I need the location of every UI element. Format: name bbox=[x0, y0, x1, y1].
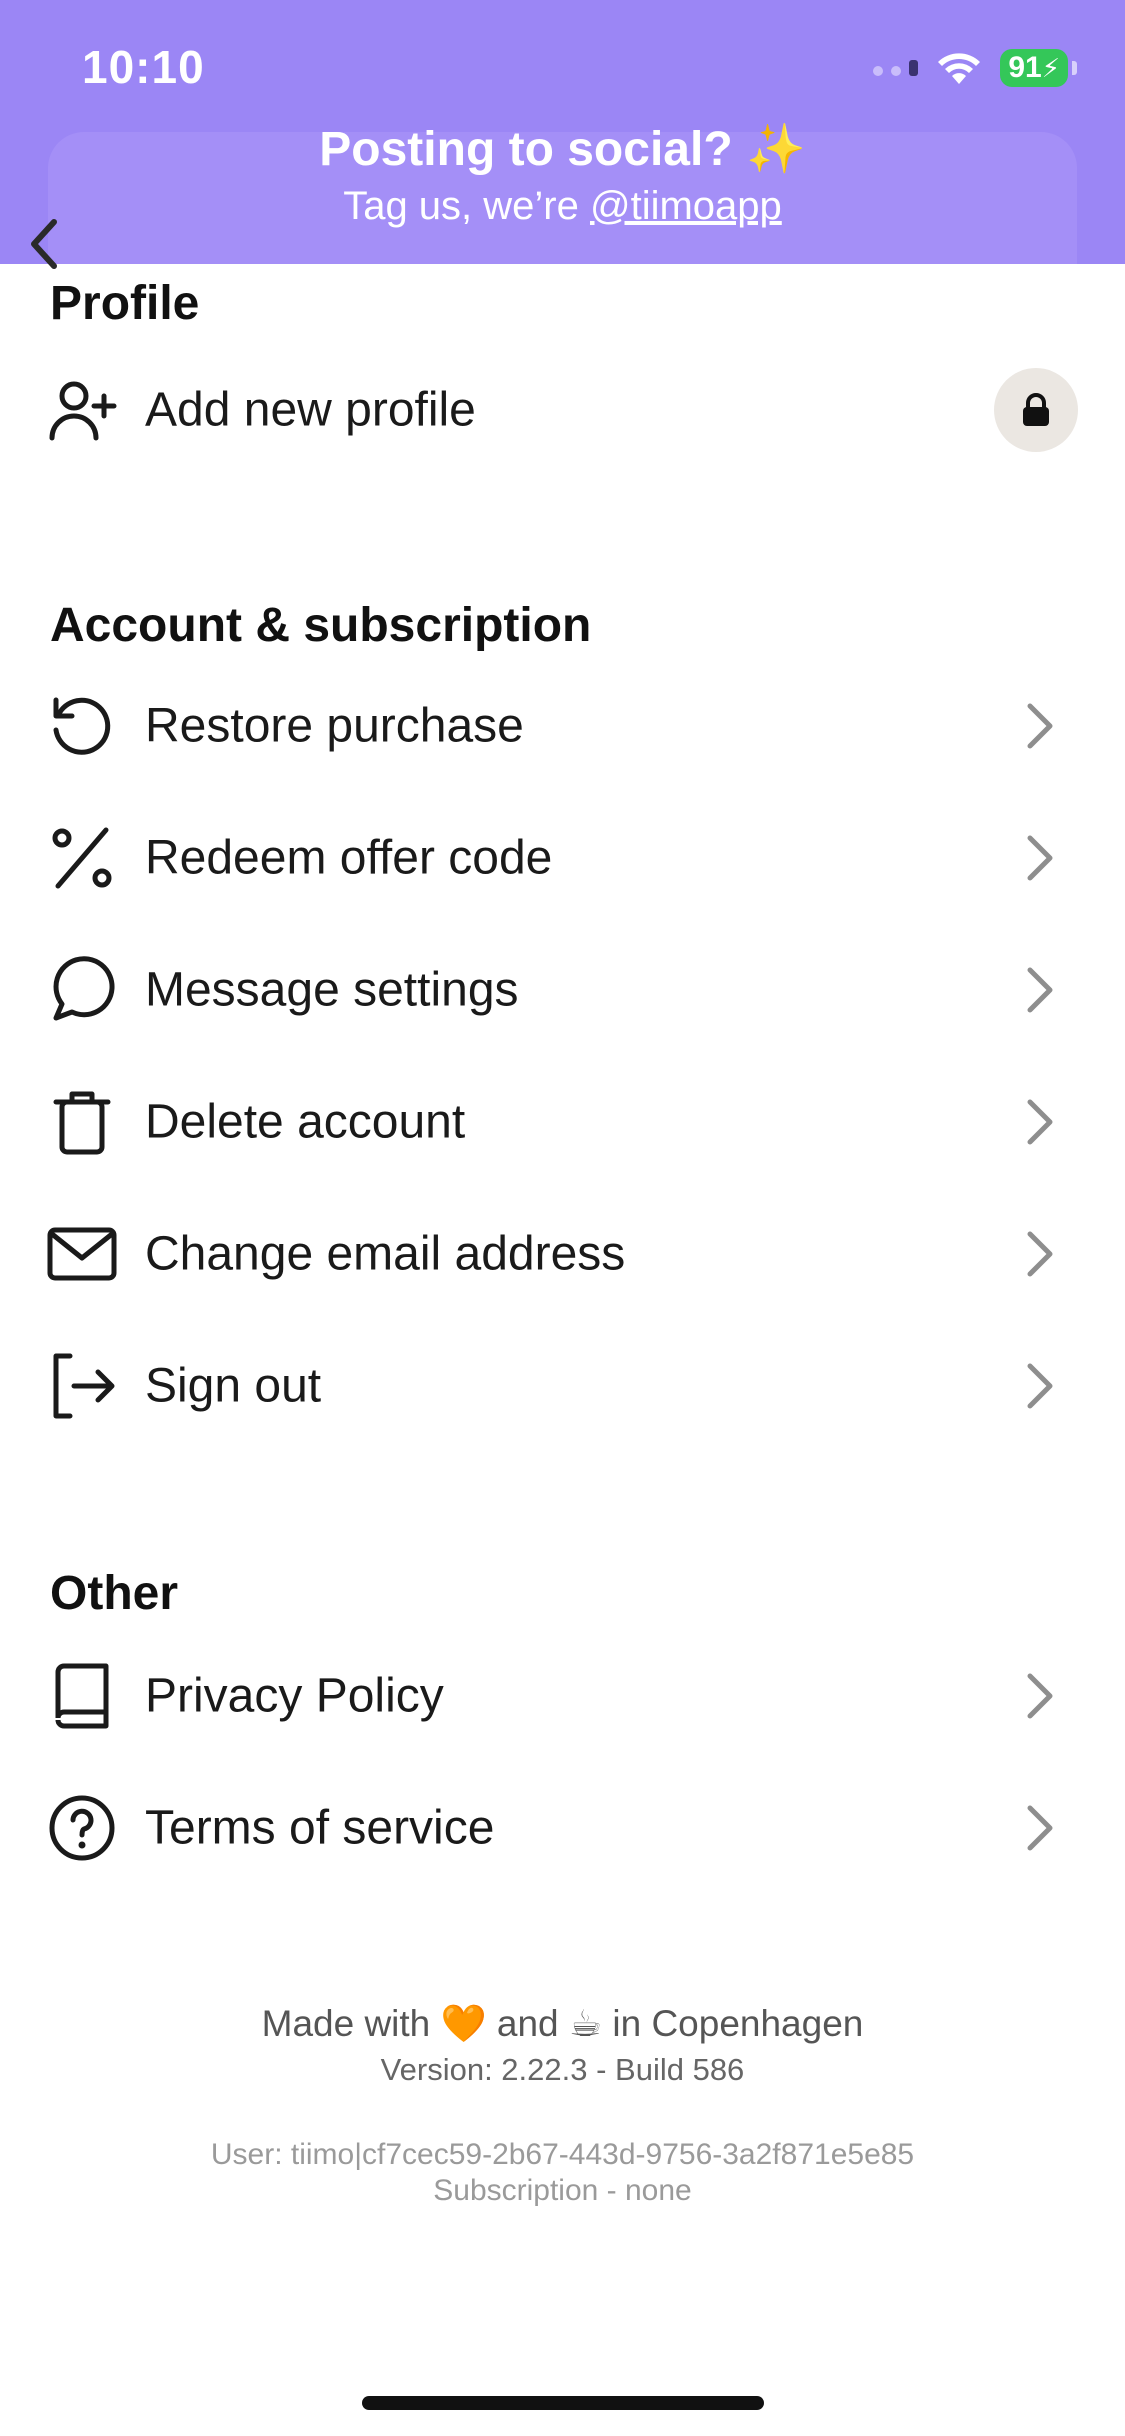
add-new-profile-row[interactable]: Add new profile bbox=[0, 344, 1125, 476]
privacy-policy-label: Privacy Policy bbox=[145, 1669, 444, 1723]
delete-account-row[interactable]: Delete account bbox=[0, 1056, 1125, 1188]
wifi-icon bbox=[938, 53, 981, 84]
percent-icon bbox=[52, 827, 112, 889]
chevron-right-icon bbox=[1027, 1673, 1053, 1719]
social-handle-link[interactable]: @tiimoapp bbox=[590, 184, 782, 228]
banner-subtitle: Tag us, we’re @tiimoapp bbox=[0, 184, 1125, 229]
status-time: 10:10 bbox=[82, 41, 205, 93]
terms-of-service-row[interactable]: Terms of service bbox=[0, 1762, 1125, 1894]
user-id-text: User: tiimo|cf7cec59-2b67-443d-9756-3a2f… bbox=[210, 2138, 915, 2171]
battery-level: 91 bbox=[1008, 51, 1042, 84]
sign-out-icon bbox=[53, 1353, 115, 1419]
chevron-right-icon bbox=[1027, 1231, 1053, 1277]
section-title-profile: Profile bbox=[50, 277, 200, 330]
sign-out-row[interactable]: Sign out bbox=[0, 1320, 1125, 1452]
terms-of-service-label: Terms of service bbox=[145, 1801, 495, 1855]
privacy-policy-row[interactable]: Privacy Policy bbox=[0, 1630, 1125, 1762]
chat-bubble-icon bbox=[53, 956, 115, 1021]
chevron-right-icon bbox=[1027, 967, 1053, 1013]
made-prefix: Made with bbox=[261, 2003, 441, 2044]
home-indicator[interactable] bbox=[362, 2396, 764, 2410]
banner-title: Posting to social? ✨ bbox=[319, 123, 806, 176]
add-user-icon bbox=[49, 381, 117, 441]
chevron-right-icon bbox=[1027, 835, 1053, 881]
book-icon bbox=[55, 1663, 109, 1729]
section-title-other: Other bbox=[50, 1567, 179, 1620]
section-title-account: Account & subscription bbox=[50, 599, 592, 652]
heart-icon: 🧡 bbox=[440, 2003, 487, 2044]
battery-cap bbox=[1072, 61, 1077, 75]
cellular-signal-icon bbox=[873, 60, 919, 76]
subscription-text: Subscription - none bbox=[433, 2174, 692, 2207]
version-text: Version: 2.22.3 - Build 586 bbox=[380, 2052, 745, 2087]
charging-icon: ⚡ bbox=[1041, 52, 1060, 83]
made-suffix: in Copenhagen bbox=[602, 2003, 864, 2044]
add-new-profile-label: Add new profile bbox=[145, 383, 476, 437]
mail-icon bbox=[47, 1227, 117, 1281]
chevron-right-icon bbox=[1027, 1363, 1053, 1409]
chevron-right-icon bbox=[1027, 1099, 1053, 1145]
change-email-label: Change email address bbox=[145, 1227, 626, 1281]
restore-icon bbox=[53, 697, 111, 755]
change-email-row[interactable]: Change email address bbox=[0, 1188, 1125, 1320]
delete-account-label: Delete account bbox=[145, 1095, 466, 1149]
made-with-text: Made with 🧡 and ☕ in Copenhagen bbox=[0, 2002, 1125, 2046]
message-settings-row[interactable]: Message settings bbox=[0, 924, 1125, 1056]
chevron-right-icon bbox=[1027, 703, 1053, 749]
promo-banner[interactable]: 10:10 91 ⚡ Posting to social? ✨ Tag us, … bbox=[0, 0, 1125, 269]
banner-subtitle-text: Tag us, we’re bbox=[343, 184, 590, 228]
message-settings-label: Message settings bbox=[145, 963, 519, 1017]
back-chevron-icon[interactable] bbox=[24, 214, 64, 274]
coffee-icon: ☕ bbox=[568, 2003, 603, 2044]
redeem-offer-code-row[interactable]: Redeem offer code bbox=[0, 792, 1125, 924]
status-indicators: 91 ⚡ bbox=[873, 44, 1077, 92]
made-and: and bbox=[486, 2003, 569, 2044]
chevron-right-icon bbox=[1027, 1805, 1053, 1851]
lock-badge bbox=[994, 368, 1078, 452]
sign-out-label: Sign out bbox=[145, 1359, 322, 1413]
battery-indicator: 91 ⚡ bbox=[1000, 49, 1068, 87]
restore-purchase-row[interactable]: Restore purchase bbox=[0, 660, 1125, 792]
question-circle-icon bbox=[49, 1795, 115, 1861]
restore-purchase-label: Restore purchase bbox=[145, 699, 524, 753]
trash-icon bbox=[53, 1091, 111, 1155]
redeem-offer-code-label: Redeem offer code bbox=[145, 831, 553, 885]
lock-icon bbox=[1023, 393, 1049, 426]
